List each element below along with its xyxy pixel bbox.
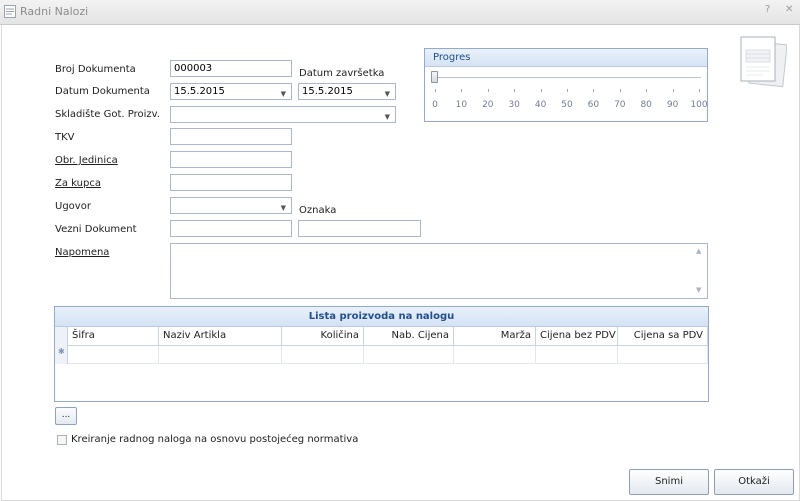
datum-dokumenta-picker[interactable]: 15.5.2015 ▼ [170, 83, 292, 100]
row-indicator: ✱ [55, 327, 68, 364]
oznaka-input[interactable] [298, 220, 421, 237]
scale-tick-label: 90 [666, 100, 679, 110]
scale-tick [540, 89, 542, 92]
ugovor-label: Ugovor [55, 201, 91, 212]
scale-tick-label: 80 [640, 100, 652, 110]
scale-tick [487, 89, 489, 92]
datum-zavrsetka-value: 15.5.2015 [302, 86, 353, 97]
obr-jedinica-input[interactable] [170, 151, 292, 168]
oznaka-label: Oznaka [299, 205, 337, 216]
scale-tick [514, 89, 516, 92]
napomena-link[interactable]: Napomena [55, 247, 109, 258]
cancel-button[interactable]: Otkaži [714, 469, 794, 495]
broj-dokumenta-input[interactable]: 000003 [170, 60, 292, 77]
grid-caption: Lista proizvoda na nalogu [55, 307, 708, 327]
new-row-cell[interactable] [618, 346, 708, 364]
scale-tick-label: 70 [614, 100, 626, 110]
new-row-cell[interactable] [364, 346, 454, 364]
scale-tick-label: 100 [690, 100, 708, 110]
purchase-order-icon [737, 33, 788, 88]
broj-dokumenta-label: Broj Dokumenta [55, 64, 136, 75]
scroll-up-icon[interactable]: ▲ [696, 247, 701, 255]
normativ-checkbox-label[interactable]: Kreiranje radnog naloga na osnovu postoj… [71, 434, 358, 445]
progress-slider-thumb[interactable] [431, 71, 438, 83]
progress-track [433, 77, 701, 78]
scale-tick [461, 89, 463, 92]
scale-tick-label: 40 [534, 100, 547, 110]
vezni-dokument-input[interactable] [170, 220, 292, 237]
skladiste-label: Skladište Got. Proizv. [55, 109, 160, 120]
scale-tick-label: 0 [432, 100, 438, 110]
chevron-down-icon[interactable]: ▼ [281, 87, 286, 102]
datum-zavrsetka-label: Datum završetka [299, 68, 385, 79]
column-header-kolicina[interactable]: Količina [282, 327, 364, 346]
progress-group: Progres 0 10 20 30 40 50 60 70 80 90 100 [424, 48, 708, 122]
new-row-cell[interactable] [454, 346, 536, 364]
column-header-sifra[interactable]: Šifra [68, 327, 159, 346]
column-header-cijena-sa-pdv[interactable]: Cijena sa PDV [618, 327, 708, 346]
vezni-dokument-label: Vezni Dokument [55, 224, 137, 235]
scale-tick [672, 89, 674, 92]
column-header-naziv-artikla[interactable]: Naziv Artikla [159, 327, 282, 346]
progress-title: Progres [433, 52, 471, 63]
column-header-cijena-bez-pdv[interactable]: Cijena bez PDV [536, 327, 618, 346]
scale-tick [593, 89, 595, 92]
new-row-icon: ✱ [58, 347, 65, 356]
za-kupca-input[interactable] [170, 174, 292, 191]
scale-tick-label: 60 [587, 100, 600, 110]
form-icon [4, 5, 16, 18]
products-grid: Lista proizvoda na nalogu ✱ Šifra Naziv … [54, 306, 709, 402]
chevron-down-icon[interactable]: ▼ [281, 201, 286, 216]
column-header-marza[interactable]: Marža [454, 327, 536, 346]
scale-tick-label: 50 [561, 100, 573, 110]
progress-header: Progres [425, 49, 707, 67]
new-row-cell[interactable] [68, 346, 159, 364]
close-button[interactable]: ✕ [785, 4, 793, 15]
column-header-nab-cijena[interactable]: Nab. Cijena [364, 327, 454, 346]
title-bar: Radni Nalozi ? ✕ [0, 0, 800, 25]
window-title: Radni Nalozi [20, 5, 89, 18]
scale-tick-label: 10 [455, 100, 468, 110]
ugovor-combo[interactable]: ▼ [170, 197, 292, 214]
tkv-label: TKV [55, 132, 75, 143]
scale-tick [699, 89, 700, 92]
scale-tick [567, 89, 568, 92]
scale-tick [646, 89, 648, 92]
scale-tick [619, 89, 621, 92]
skladiste-combo[interactable]: ▼ [170, 106, 396, 123]
new-row-cell[interactable] [159, 346, 282, 364]
normativ-checkbox[interactable] [57, 435, 67, 445]
napomena-textarea[interactable]: ▲ ▼ [170, 243, 708, 299]
scale-tick-label: 20 [482, 100, 494, 110]
scroll-down-icon[interactable]: ▼ [696, 286, 701, 294]
chevron-down-icon[interactable]: ▼ [385, 87, 390, 102]
more-button[interactable]: ... [55, 407, 77, 425]
new-row-cell[interactable] [282, 346, 364, 364]
save-button[interactable]: Snimi [629, 469, 709, 495]
obr-jedinica-link[interactable]: Obr. Jedinica [55, 155, 118, 166]
memo-scrollbar[interactable]: ▲ ▼ [693, 244, 707, 298]
scale-tick [435, 89, 436, 92]
help-button[interactable]: ? [765, 4, 770, 15]
chevron-down-icon[interactable]: ▼ [385, 110, 390, 125]
za-kupca-link[interactable]: Za kupca [55, 178, 101, 189]
datum-dokumenta-value: 15.5.2015 [174, 86, 225, 97]
scale-tick-label: 30 [508, 100, 520, 110]
tkv-input[interactable] [170, 128, 292, 145]
datum-zavrsetka-picker[interactable]: 15.5.2015 ▼ [298, 83, 396, 100]
new-row-cell[interactable] [536, 346, 618, 364]
datum-dokumenta-label: Datum Dokumenta [55, 86, 150, 97]
